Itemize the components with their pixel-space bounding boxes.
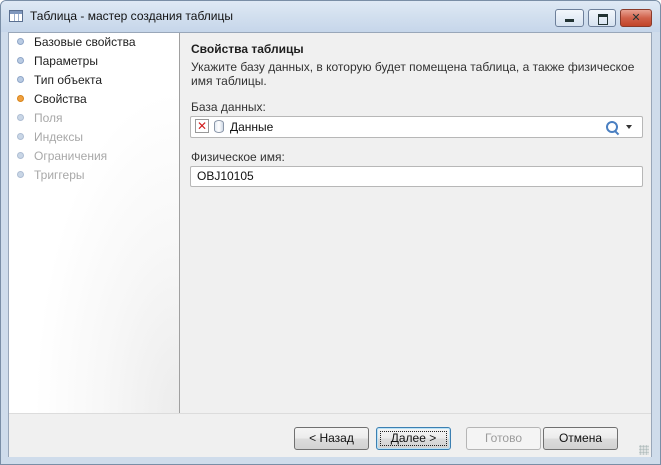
search-icon[interactable]: [605, 120, 621, 136]
step-item-constraints: Ограничения: [15, 147, 175, 165]
resize-grip[interactable]: [639, 445, 649, 455]
step-label: Параметры: [34, 54, 98, 68]
section-title: Свойства таблицы: [191, 42, 304, 56]
physical-name-input[interactable]: OBJ10105: [190, 166, 643, 187]
close-icon: ✕: [631, 12, 641, 24]
database-value: Данные: [230, 120, 274, 134]
close-button[interactable]: ✕: [620, 9, 652, 27]
step-item-base-properties[interactable]: Базовые свойства: [15, 33, 175, 51]
title-bar[interactable]: Таблица - мастер создания таблицы ✕: [1, 1, 660, 32]
physical-name-label: Физическое имя:: [191, 150, 285, 164]
step-pending-icon: [17, 152, 24, 159]
step-label: Базовые свойства: [34, 35, 136, 49]
step-item-triggers: Триггеры: [15, 166, 175, 184]
step-item-object-type[interactable]: Тип объекта: [15, 71, 175, 89]
properties-panel: Свойства таблицы Укажите базу данных, в …: [180, 33, 651, 413]
finish-button: Готово: [466, 427, 541, 450]
chevron-down-icon[interactable]: [626, 125, 632, 129]
window-title: Таблица - мастер создания таблицы: [30, 9, 234, 23]
database-selector[interactable]: ✕ Данные: [190, 116, 643, 138]
step-item-properties[interactable]: Свойства: [15, 90, 175, 108]
step-label: Тип объекта: [34, 73, 103, 87]
database-label: База данных:: [191, 100, 266, 114]
section-description: Укажите базу данных, в которую будет пом…: [191, 60, 635, 88]
step-item-indexes: Индексы: [15, 128, 175, 146]
step-item-parameters[interactable]: Параметры: [15, 52, 175, 70]
database-icon: [214, 120, 224, 133]
focus-ring: [380, 431, 447, 446]
step-item-fields: Поля: [15, 109, 175, 127]
table-icon: [9, 10, 23, 22]
step-pending-icon: [17, 133, 24, 140]
steps-panel: Базовые свойства Параметры Тип объекта С…: [9, 33, 180, 413]
step-done-icon: [17, 76, 24, 83]
cancel-button[interactable]: Отмена: [543, 427, 618, 450]
maximize-icon: [598, 14, 608, 25]
step-label: Триггеры: [34, 168, 85, 182]
step-label: Ограничения: [34, 149, 108, 163]
maximize-button[interactable]: [588, 9, 616, 27]
minimize-button[interactable]: [555, 9, 584, 27]
step-label: Индексы: [34, 130, 83, 144]
step-done-icon: [17, 38, 24, 45]
step-pending-icon: [17, 171, 24, 178]
step-label: Поля: [34, 111, 63, 125]
clear-icon[interactable]: ✕: [195, 119, 209, 133]
step-current-icon: [17, 95, 24, 102]
next-button[interactable]: Далее >: [376, 427, 451, 450]
wizard-body: Базовые свойства Параметры Тип объекта С…: [8, 32, 652, 457]
step-pending-icon: [17, 114, 24, 121]
back-button[interactable]: < Назад: [294, 427, 369, 450]
step-label: Свойства: [34, 92, 87, 106]
minimize-icon: [565, 19, 574, 22]
step-done-icon: [17, 57, 24, 64]
wizard-footer: < Назад Далее > Готово Отмена: [9, 413, 651, 457]
wizard-window: Таблица - мастер создания таблицы ✕ Базо…: [0, 0, 661, 465]
